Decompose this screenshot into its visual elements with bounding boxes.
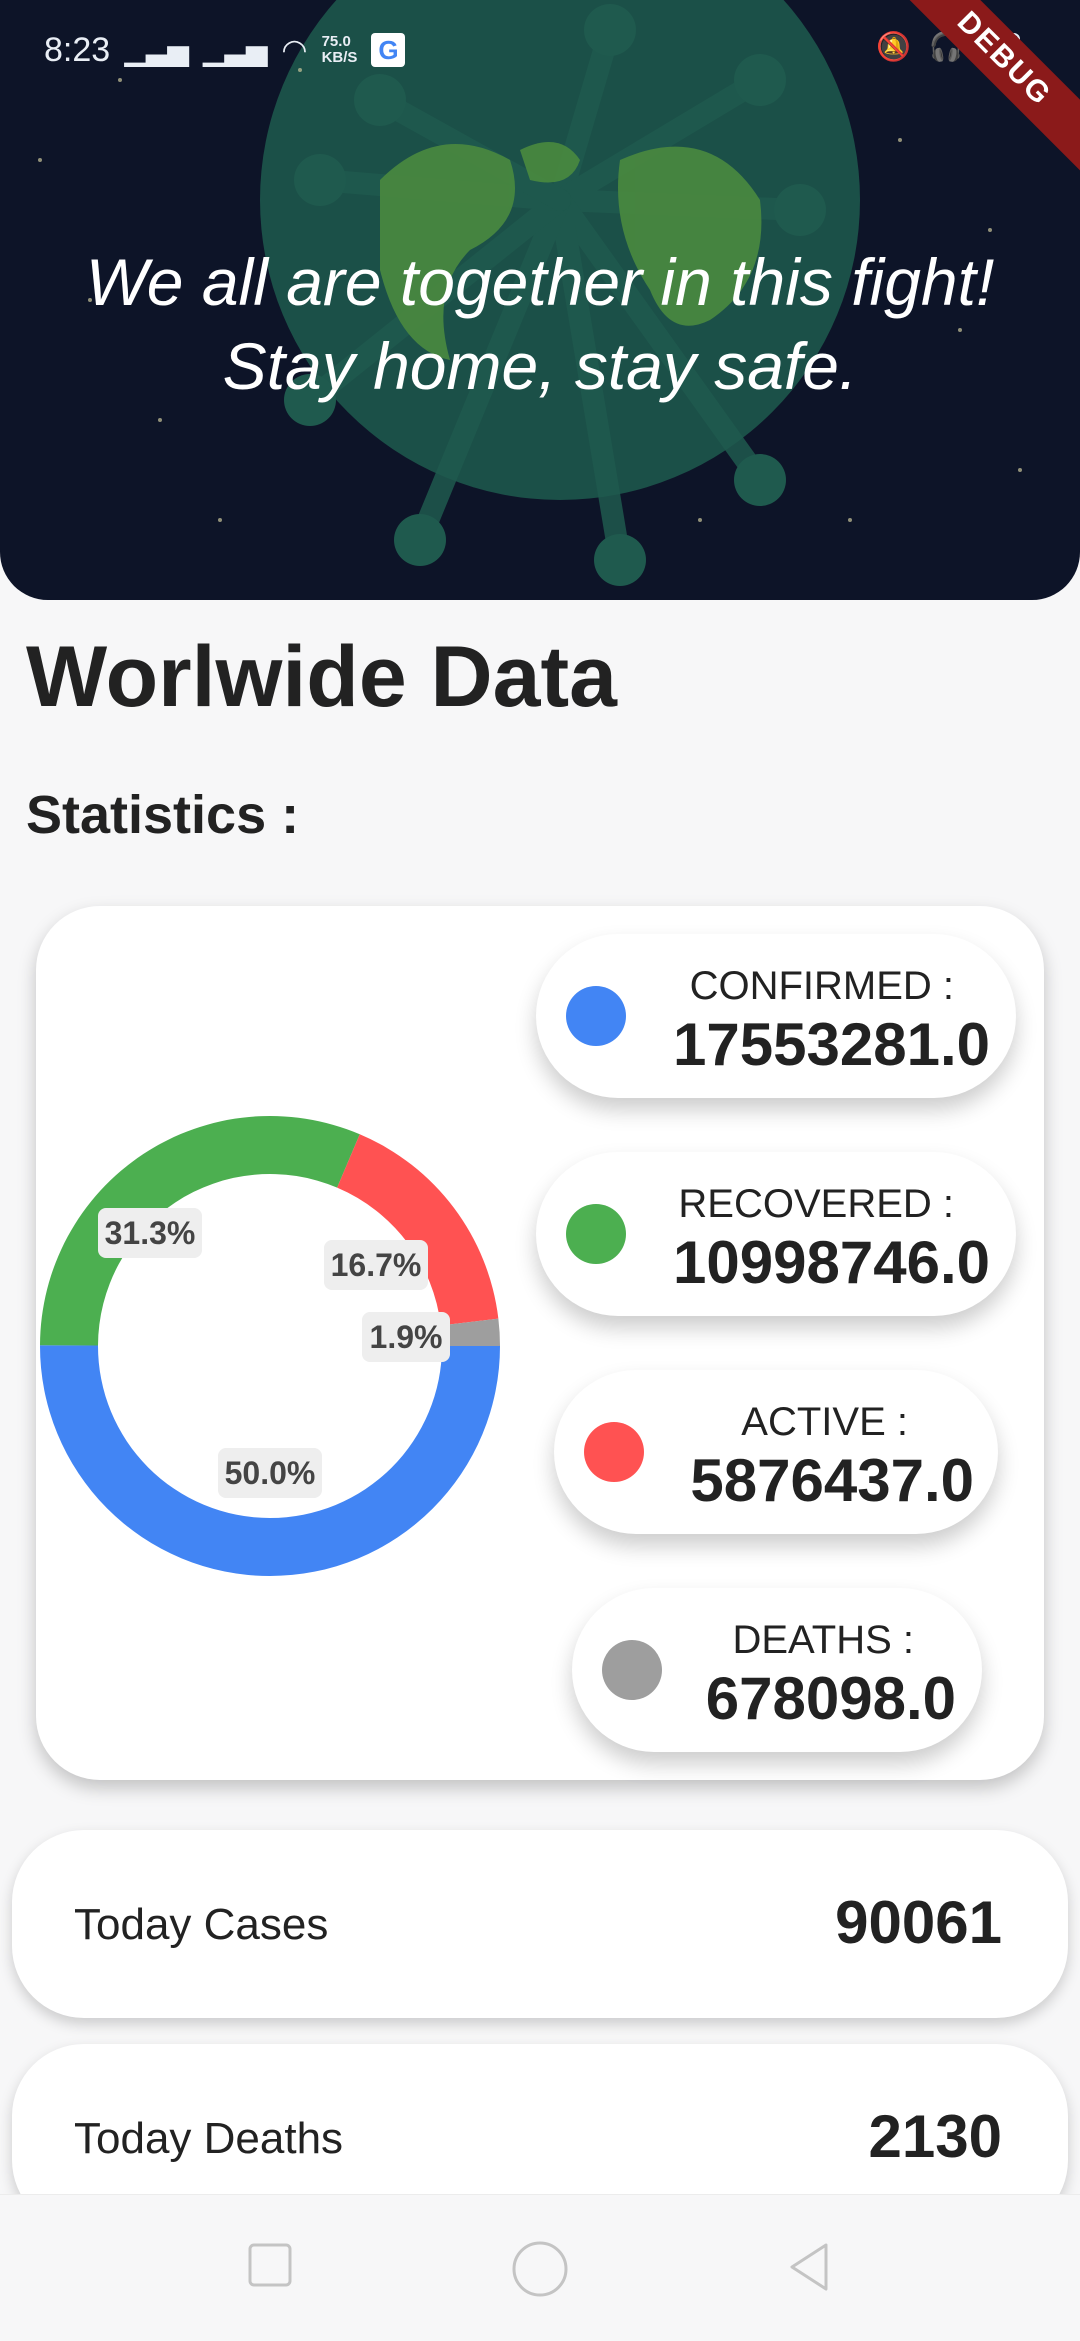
stat-value: 5876437.0 [690, 1447, 974, 1514]
tagline-line-1: We all are together in this fight! [85, 245, 995, 319]
home-icon[interactable] [510, 2241, 570, 2301]
stat-label: RECOVERED : [678, 1182, 954, 1226]
stat-value: 17553281.0 [673, 1011, 990, 1078]
clock: 8:23 [44, 30, 111, 69]
stat-pill-recovered: RECOVERED : 10998746.0 [536, 1152, 1016, 1316]
stat-label: DEATHS : [732, 1618, 914, 1662]
recents-icon[interactable] [246, 2241, 294, 2289]
today-cases-label: Today Cases [74, 1900, 329, 1949]
active-dot-icon [584, 1422, 644, 1482]
donut-label-2: 16.7% [324, 1240, 428, 1290]
confirmed-dot-icon [566, 986, 626, 1046]
network-speed: 75.0 KB/S [321, 33, 358, 66]
stat-pill-active: ACTIVE : 5876437.0 [554, 1370, 998, 1534]
donut-chart: 50.0% 31.3% 16.7% 1.9% [39, 1116, 500, 1577]
stat-label: CONFIRMED : [689, 964, 954, 1008]
svg-text:31.3%: 31.3% [105, 1215, 196, 1251]
status-bar: 8:23 ▁▃▅ ▁▃▅ ◠ 75.0 KB/S G 🔕 🎧 58 [0, 0, 1080, 100]
signal-icon: ▁▃▅ [124, 34, 189, 66]
statistics-heading: Statistics : [26, 785, 300, 845]
stat-value: 678098.0 [705, 1665, 956, 1732]
wifi-icon: ◠ [281, 33, 308, 67]
donut-label-3: 1.9% [362, 1312, 450, 1362]
today-deaths-label: Today Deaths [74, 2114, 344, 2163]
today-cases-value: 90061 [835, 1889, 1002, 1956]
deaths-dot-icon [602, 1640, 662, 1700]
today-cases-card[interactable]: Today Cases 90061 [12, 1830, 1068, 2018]
hero-banner: 8:23 ▁▃▅ ▁▃▅ ◠ 75.0 KB/S G 🔕 🎧 58 DEBUG … [0, 0, 1080, 600]
stat-value: 10998746.0 [673, 1229, 990, 1296]
google-icon: G [371, 33, 406, 67]
svg-text:16.7%: 16.7% [331, 1247, 422, 1283]
mute-icon: 🔕 [876, 31, 911, 62]
page-title: Worlwide Data [26, 629, 617, 725]
system-navigation-bar [0, 2194, 1080, 2341]
donut-slice-2 [337, 1134, 499, 1326]
donut-label-0: 50.0% [218, 1448, 322, 1498]
svg-text:50.0%: 50.0% [225, 1455, 316, 1491]
stat-label: ACTIVE : [741, 1400, 908, 1444]
donut-label-1: 31.3% [98, 1208, 202, 1258]
tagline-line-2: Stay home, stay safe. [222, 329, 858, 403]
back-icon[interactable] [786, 2241, 834, 2293]
signal-icon-2: ▁▃▅ [202, 34, 268, 66]
today-deaths-value: 2130 [868, 2103, 1002, 2170]
statistics-card: 50.0% 31.3% 16.7% 1.9% CONFIRMED : 17553281… [36, 906, 1044, 1780]
recovered-dot-icon [566, 1204, 626, 1264]
stat-pill-deaths: DEATHS : 678098.0 [572, 1588, 982, 1752]
svg-text:1.9%: 1.9% [370, 1319, 443, 1355]
stat-pill-confirmed: CONFIRMED : 17553281.0 [536, 934, 1016, 1098]
hero-tagline: We all are together in this fight! Stay … [0, 240, 1080, 408]
